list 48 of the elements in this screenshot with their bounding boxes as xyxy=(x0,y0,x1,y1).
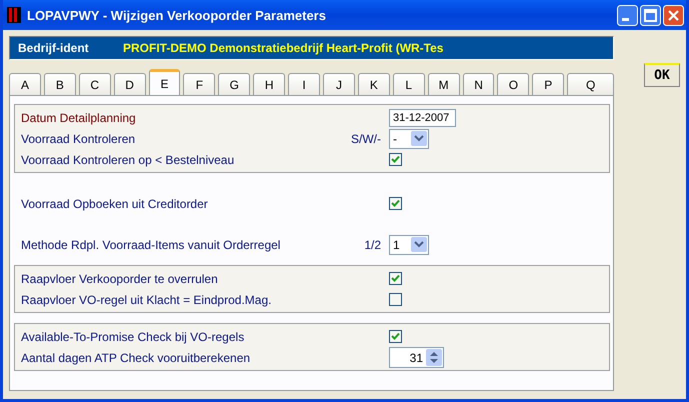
company-name: PROFIT-DEMO Demonstratiebedrijf Heart-Profit (WR-Tes xyxy=(123,41,444,55)
minimize-button[interactable] xyxy=(617,4,638,26)
tab[interactable]: A xyxy=(9,73,41,95)
number-spinner[interactable]: 31 xyxy=(389,347,444,368)
tab[interactable]: O xyxy=(497,73,530,95)
field-label: Raapvloer VO-regel uit Klacht = Eindprod.Mag. xyxy=(21,292,272,306)
field-label: Available-To-Promise Check bij VO-regels xyxy=(21,330,246,344)
tab[interactable]: B xyxy=(44,73,76,95)
field-label: Voorraad Kontroleren xyxy=(21,132,136,146)
field-label: Methode Rdpl. Voorraad-Items vanuit Orderregel xyxy=(21,238,282,252)
close-button[interactable] xyxy=(663,4,684,26)
tab[interactable]: C xyxy=(78,73,111,95)
dropdown[interactable]: 1 xyxy=(389,234,429,254)
tab[interactable]: F xyxy=(183,73,216,95)
tab[interactable]: P xyxy=(532,73,564,95)
chevron-down-icon xyxy=(411,131,427,146)
tab[interactable]: J xyxy=(323,73,355,95)
tab[interactable]: Q xyxy=(567,73,614,95)
field-label: Voorraad Opboeken uit Creditorder xyxy=(21,196,209,210)
app-icon xyxy=(7,7,21,23)
tab[interactable]: D xyxy=(114,73,146,95)
tab[interactable]: H xyxy=(253,73,286,95)
tab[interactable]: M xyxy=(428,73,460,95)
field-hint: S/W/- xyxy=(351,132,381,146)
dropdown[interactable]: - xyxy=(389,128,429,148)
maximize-button[interactable] xyxy=(640,4,661,26)
spin-arrows-icon xyxy=(426,349,442,366)
date-field[interactable]: 31-12-2007 xyxy=(389,108,456,126)
ok-button[interactable]: OK xyxy=(644,63,680,87)
window-title: LOPAVPWY - Wijzigen Verkooporder Parameters xyxy=(27,8,327,22)
checkbox[interactable] xyxy=(389,153,402,166)
tab[interactable]: I xyxy=(288,73,320,95)
tab[interactable]: E xyxy=(148,69,180,95)
tab[interactable]: N xyxy=(462,73,494,95)
field-label: Voorraad Kontroleren op < Bestelniveau xyxy=(21,152,236,166)
checkbox[interactable] xyxy=(389,272,402,285)
checkbox[interactable] xyxy=(389,293,402,306)
field-label: Aantal dagen ATP Check vooruitberekenen xyxy=(21,350,252,364)
field-label: Datum Detailplanning xyxy=(21,110,137,124)
tab[interactable]: L xyxy=(392,73,425,95)
tab[interactable]: K xyxy=(358,73,390,95)
checkbox[interactable] xyxy=(389,197,402,210)
field-label: Raapvloer Verkooporder te overrulen xyxy=(21,272,219,286)
tab[interactable]: G xyxy=(218,73,250,95)
field-hint: 1/2 xyxy=(364,238,381,252)
company-label: Bedrijf-ident xyxy=(18,41,90,55)
checkbox[interactable] xyxy=(389,330,402,343)
chevron-down-icon xyxy=(411,237,427,252)
